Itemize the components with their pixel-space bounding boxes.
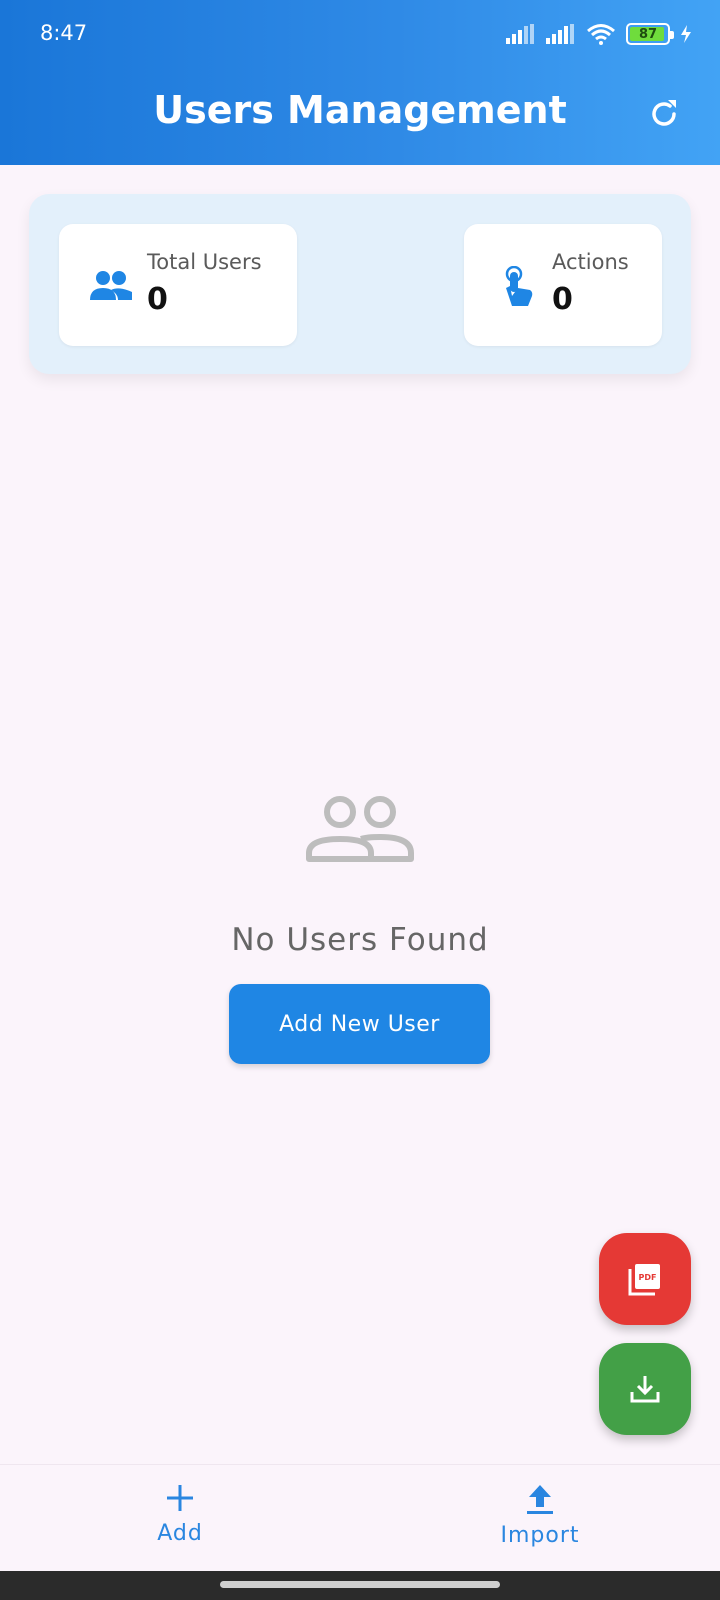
charging-icon [681,25,691,43]
refresh-icon[interactable] [646,96,682,132]
bottom-nav: Add Import [0,1464,720,1571]
empty-state-message: No Users Found [231,922,489,958]
download-button[interactable] [599,1343,691,1435]
download-icon [630,1376,660,1403]
add-icon [167,1485,193,1511]
battery-level: 87 [638,26,658,42]
total-users-label: Total Users [147,250,262,274]
app-header: 8:47 87 Users Management [0,0,720,165]
page-title: Users Management [153,88,567,132]
nav-add-label: Add [157,1521,203,1546]
summary-panel: Total Users 0 Actions 0 [29,194,691,374]
total-users-card: Total Users 0 [59,224,297,346]
upload-icon [527,1485,553,1514]
status-icons: 87 [506,20,692,48]
signal-icon [506,24,534,44]
touch-icon [505,266,533,306]
actions-label: Actions [552,250,629,274]
signal-icon-2 [546,24,574,44]
nav-import[interactable]: Import [480,1483,600,1548]
nav-import-label: Import [500,1523,580,1548]
status-time: 8:47 [40,21,88,45]
add-new-user-button[interactable]: Add New User [229,984,490,1064]
svg-text:PDF: PDF [639,1273,657,1282]
pdf-icon: PDF [628,1264,660,1296]
export-pdf-button[interactable]: PDF [599,1233,691,1325]
battery-icon: 87 [626,23,674,45]
total-users-value: 0 [147,282,168,317]
people-outline-icon [306,796,414,862]
wifi-icon [587,24,615,45]
system-nav-bar [0,1571,720,1600]
actions-card: Actions 0 [464,224,662,346]
nav-add[interactable]: Add [120,1483,240,1546]
home-indicator[interactable] [220,1581,500,1588]
group-icon [90,271,132,300]
actions-value: 0 [552,282,573,317]
